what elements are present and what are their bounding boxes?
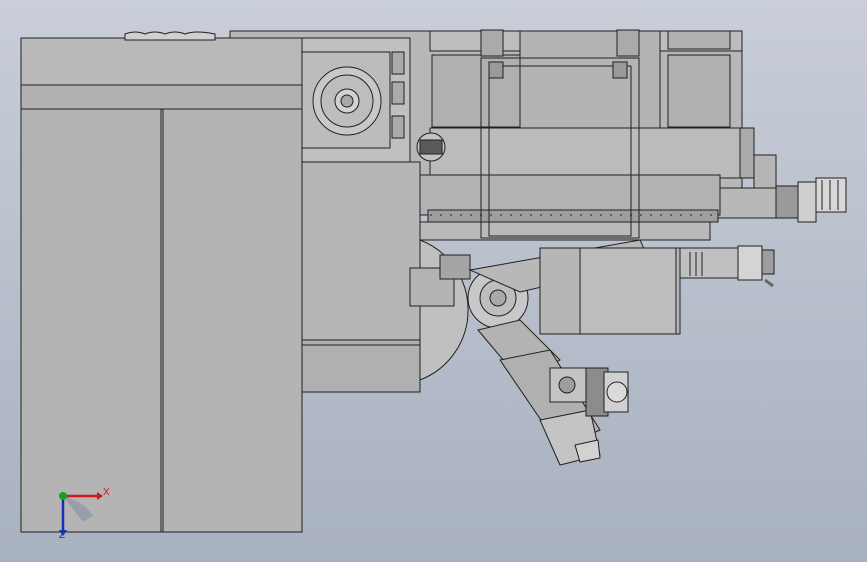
x-axis-label: X xyxy=(103,487,110,498)
z-axis-label: Z xyxy=(59,530,66,541)
rail-beam xyxy=(419,174,721,241)
machine-drawing xyxy=(0,0,867,562)
left-cabinet xyxy=(20,31,303,533)
cad-viewport[interactable]: X Z xyxy=(0,0,867,562)
y-axis-marker xyxy=(59,492,67,500)
